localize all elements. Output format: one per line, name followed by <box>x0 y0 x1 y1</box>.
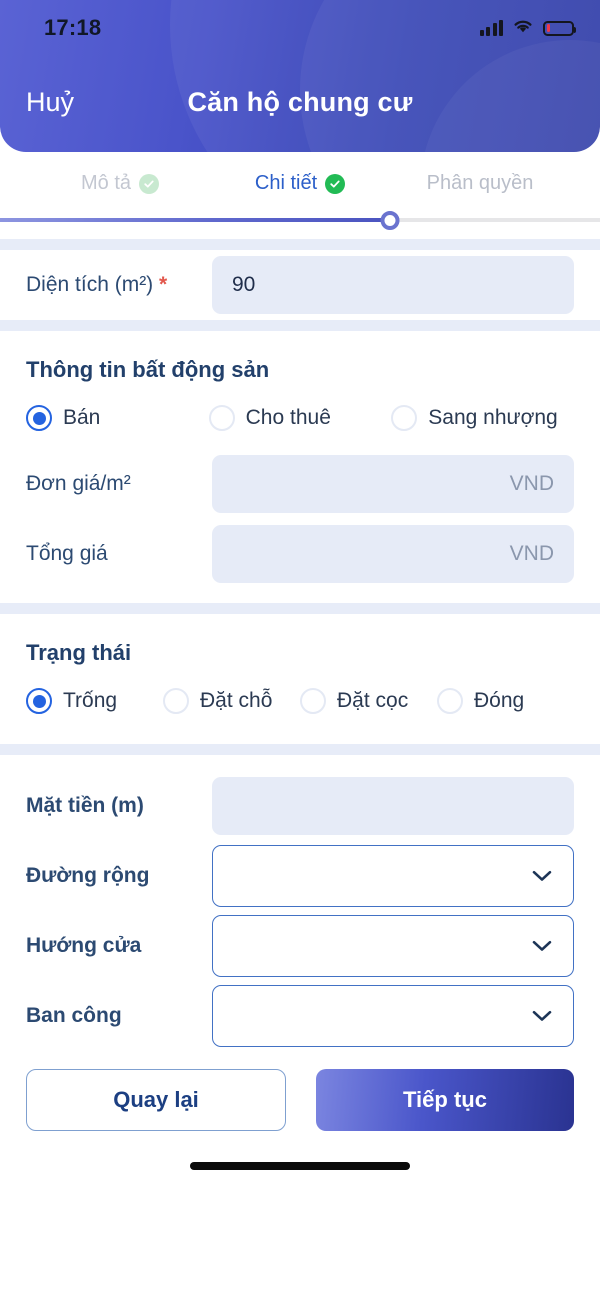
step-label: Mô tả <box>80 172 132 194</box>
footer-actions: Quay lại Tiếp tục <box>0 1051 600 1131</box>
area-label: Diện tích (m²) * <box>26 273 212 297</box>
radio-dot-selected <box>26 688 52 714</box>
progress-track <box>0 211 600 230</box>
balcony-label: Ban công <box>26 1004 122 1027</box>
radio-option-sang-nhuong[interactable]: Sang nhượng <box>391 405 574 431</box>
status-bar-time: 17:18 <box>44 15 102 40</box>
page-title: Căn hộ chung cư <box>187 86 413 117</box>
road-width-label: Đường rộng <box>26 864 150 887</box>
cancel-button[interactable]: Huỷ <box>26 87 74 118</box>
chevron-down-icon <box>531 939 553 953</box>
progress-track-fill <box>0 218 390 222</box>
battery-low-icon <box>543 20 576 36</box>
chevron-down-icon <box>531 1009 553 1023</box>
navigation-bar: Huỷ Căn hộ chung cư <box>0 56 600 148</box>
unit-price-row: Đơn giá/m² VND <box>26 449 574 519</box>
area-input[interactable]: 90 <box>212 256 574 314</box>
check-circle-icon <box>325 173 346 194</box>
status-bar: 17:18 <box>0 0 600 56</box>
radio-dot <box>437 688 463 714</box>
area-section: Diện tích (m²) * 90 <box>0 250 600 320</box>
door-direction-row: Hướng cửa <box>26 911 574 981</box>
radio-label: Cho thuê <box>245 406 331 429</box>
door-direction-select[interactable] <box>212 915 574 977</box>
unit-price-label: Đơn giá/m² <box>26 472 131 495</box>
total-price-label: Tổng giá <box>26 542 108 565</box>
road-width-select[interactable] <box>212 845 574 907</box>
deal-type-radio-group: Bán Cho thuê Sang nhượng <box>26 389 574 449</box>
radio-option-trong[interactable]: Trống <box>26 688 163 714</box>
radio-option-dat-cho[interactable]: Đặt chỗ <box>163 688 300 714</box>
app-header: 17:18 Huỷ Căn hộ chung cư <box>0 0 600 152</box>
chevron-down-icon <box>531 869 553 883</box>
step-item-chi-tiet[interactable]: Chi tiết <box>210 172 390 195</box>
road-width-row: Đường rộng <box>26 841 574 911</box>
radio-option-ban[interactable]: Bán <box>26 405 209 431</box>
total-price-row: Tổng giá VND <box>26 519 574 589</box>
progress-handle[interactable] <box>380 211 400 230</box>
property-info-title: Thông tin bất động sản <box>26 357 270 382</box>
section-divider <box>0 320 600 331</box>
total-price-input[interactable]: VND <box>212 525 574 583</box>
unit-price-currency: VND <box>509 472 554 495</box>
balcony-select[interactable] <box>212 985 574 1047</box>
status-bar-icons <box>479 18 576 39</box>
stepper-labels: Mô tả Chi tiết Phân quyền <box>0 172 600 195</box>
status-section: Trạng thái Trống Đặt chỗ Đặt cọc Đóng <box>0 614 600 744</box>
radio-dot <box>300 688 326 714</box>
area-label-text: Diện tích (m²) <box>26 273 154 296</box>
continue-button[interactable]: Tiếp tục <box>316 1069 574 1131</box>
radio-option-dong[interactable]: Đóng <box>437 688 574 714</box>
radio-label: Bán <box>63 406 101 429</box>
status-radio-group: Trống Đặt chỗ Đặt cọc Đóng <box>26 672 574 732</box>
stepper: Mô tả Chi tiết Phân quyền <box>0 152 600 230</box>
radio-dot <box>163 688 189 714</box>
radio-option-cho-thue[interactable]: Cho thuê <box>208 405 392 431</box>
home-indicator-area <box>0 1131 600 1201</box>
balcony-row: Ban công <box>26 981 574 1051</box>
frontage-input[interactable] <box>212 777 574 835</box>
radio-dot <box>208 405 235 431</box>
signal-bars-icon <box>479 20 503 36</box>
status-section-title: Trạng thái <box>26 640 132 665</box>
step-item-phan-quyen[interactable]: Phân quyền <box>390 172 570 195</box>
radio-dot-selected <box>26 405 52 431</box>
step-item-mo-ta[interactable]: Mô tả <box>30 172 210 195</box>
step-label: Chi tiết <box>254 172 318 194</box>
section-divider <box>0 744 600 755</box>
door-direction-label: Hướng cửa <box>26 934 142 957</box>
check-circle-icon <box>139 173 160 194</box>
app-screen: 17:18 Huỷ Căn hộ chung cư Mô tả Chi tiết… <box>0 0 600 1299</box>
radio-dot <box>391 405 418 431</box>
total-price-currency: VND <box>509 542 554 565</box>
back-button[interactable]: Quay lại <box>26 1069 286 1131</box>
radio-label: Đặt cọc <box>337 689 409 712</box>
unit-price-input[interactable]: VND <box>212 455 574 513</box>
required-marker: * <box>159 273 168 296</box>
home-indicator <box>190 1162 410 1170</box>
radio-label: Trống <box>63 689 118 712</box>
detail-section: Mặt tiền (m) Đường rộng Hướng cửa Ban cô… <box>0 755 600 1051</box>
radio-option-dat-coc[interactable]: Đặt cọc <box>300 688 437 714</box>
wifi-icon <box>512 18 534 39</box>
step-label: Phân quyền <box>426 172 534 194</box>
section-divider <box>0 603 600 614</box>
frontage-row: Mặt tiền (m) <box>26 771 574 841</box>
radio-label: Sang nhượng <box>428 406 558 429</box>
area-input-value: 90 <box>232 273 256 296</box>
section-divider <box>0 239 600 250</box>
area-row: Diện tích (m²) * 90 <box>26 250 574 320</box>
property-info-section: Thông tin bất động sản Bán Cho thuê Sang… <box>0 331 600 603</box>
radio-label: Đặt chỗ <box>200 689 273 712</box>
radio-label: Đóng <box>474 689 525 712</box>
frontage-label: Mặt tiền (m) <box>26 794 144 817</box>
